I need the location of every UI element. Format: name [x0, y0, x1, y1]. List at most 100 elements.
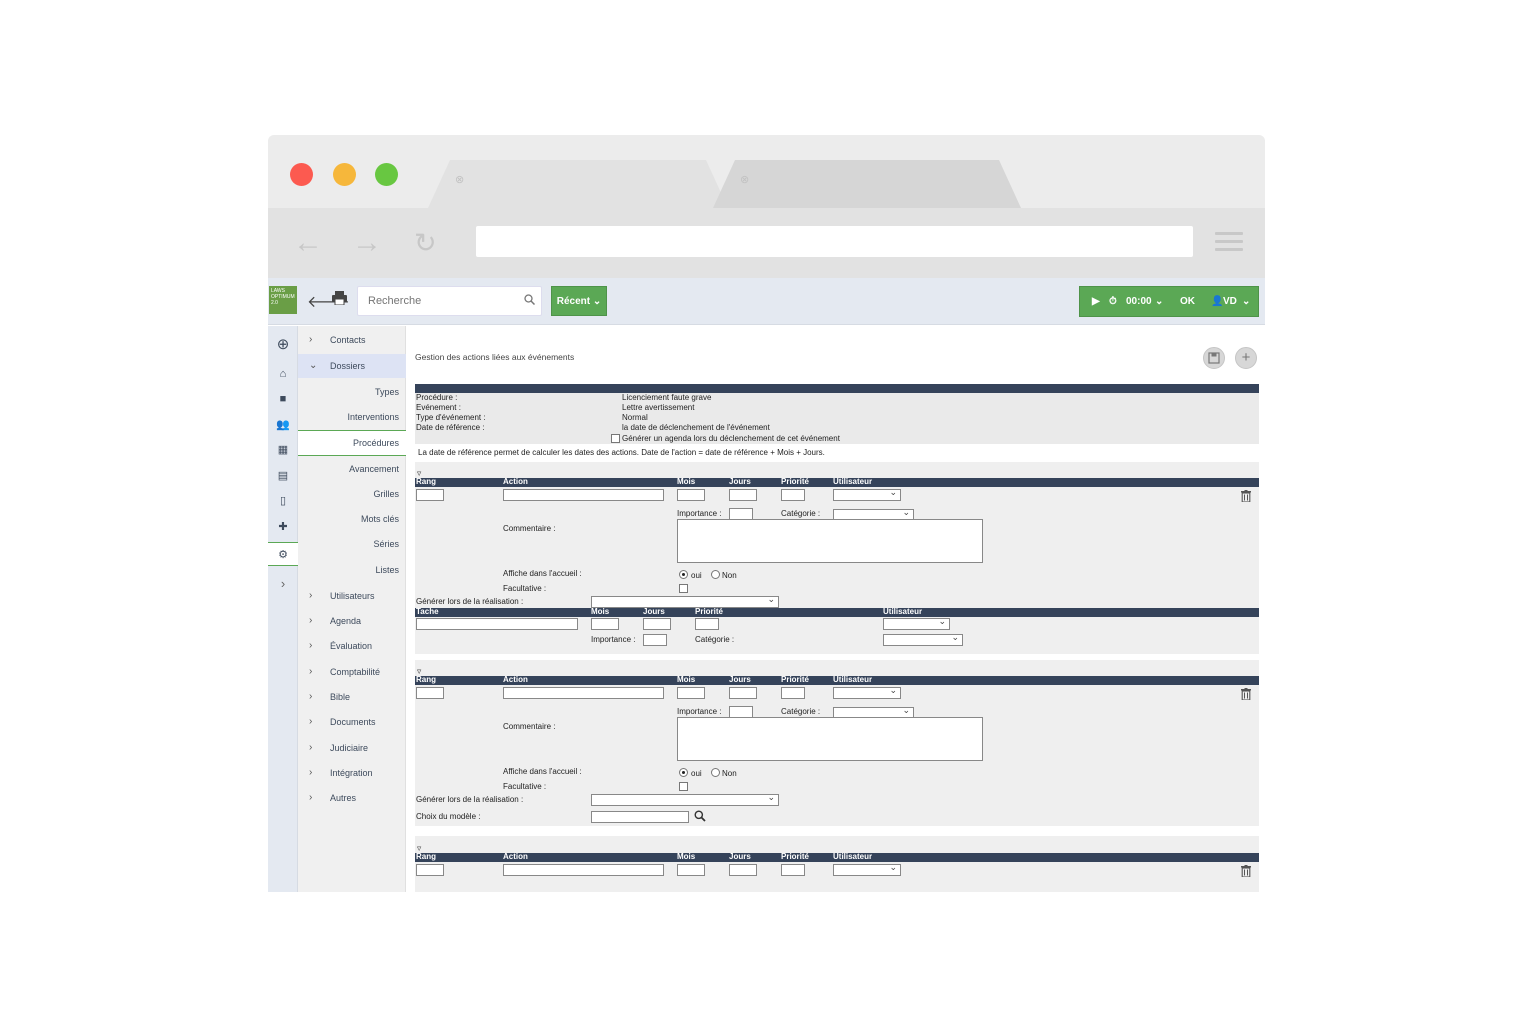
browser-tab-1[interactable]: ⊗ [428, 160, 728, 208]
rang-input[interactable] [416, 489, 444, 501]
task-categorie-select[interactable] [883, 632, 963, 646]
facultative-checkbox[interactable] [679, 584, 688, 593]
timer-value[interactable]: 00:00 [1126, 296, 1152, 307]
search-icon[interactable] [524, 294, 535, 305]
calendar-icon[interactable]: ▦ [268, 443, 298, 456]
jours-input[interactable] [729, 687, 757, 699]
task-jours-input[interactable] [643, 618, 671, 630]
affiche-non-radio[interactable] [711, 570, 720, 579]
nav-item-procedures[interactable]: Procédures [298, 430, 406, 456]
nav-item-dossiers[interactable]: ⌄ Dossiers [298, 354, 406, 378]
facultative-checkbox[interactable] [679, 782, 688, 791]
nav-item-bible[interactable]: › Bible [298, 685, 406, 709]
agenda-checkbox[interactable] [611, 434, 620, 443]
user-icon[interactable]: 👤 [1211, 296, 1223, 307]
minimize-window-button[interactable] [333, 163, 356, 186]
nav-item-grilles[interactable]: Grilles [298, 482, 406, 506]
tab-close-icon[interactable]: ⊗ [455, 173, 464, 186]
nav-item-utilisateurs[interactable]: › Utilisateurs [298, 584, 406, 608]
priorite-input[interactable] [781, 687, 805, 699]
nav-item-mots-cles[interactable]: Mots clés [298, 507, 406, 531]
billing-icon[interactable]: ▤ [268, 469, 298, 482]
chevron-down-icon[interactable]: ⌄ [1242, 296, 1250, 307]
add-circle-icon[interactable]: ⊕ [268, 335, 298, 353]
affiche-label: Affiche dans l'accueil : [503, 569, 582, 578]
chevron-down-icon[interactable]: ⌄ [1155, 296, 1163, 307]
nav-item-integration[interactable]: › Intégration [298, 761, 406, 785]
nav-item-interventions[interactable]: Interventions [298, 405, 406, 429]
back-arrow-icon[interactable]: ← [293, 228, 323, 258]
play-icon[interactable]: ▶ [1092, 296, 1100, 307]
close-window-button[interactable] [290, 163, 313, 186]
expand-chevron-icon[interactable]: › [268, 576, 298, 591]
task-mois-input[interactable] [591, 618, 619, 630]
puzzle-icon[interactable]: ✚ [268, 520, 298, 533]
jours-input[interactable] [729, 489, 757, 501]
tache-input[interactable] [416, 618, 578, 630]
document-icon[interactable]: ▯ [268, 494, 298, 507]
affiche-oui-radio[interactable] [679, 570, 688, 579]
trash-icon[interactable] [1241, 688, 1251, 700]
priorite-input[interactable] [781, 489, 805, 501]
generer-select[interactable] [591, 792, 779, 806]
action-input[interactable] [503, 687, 664, 699]
menu-icon[interactable] [1215, 232, 1243, 252]
nav-item-documents[interactable]: › Documents [298, 710, 406, 734]
utilisateur-select[interactable] [833, 862, 901, 876]
mois-input[interactable] [677, 489, 705, 501]
nav-item-comptabilite[interactable]: › Comptabilité [298, 660, 406, 684]
magnifier-icon[interactable] [694, 810, 706, 822]
settings-gear-icon[interactable]: ⚙ [268, 542, 298, 566]
save-button[interactable] [1203, 347, 1225, 369]
app-topbar: LAWS OPTIMUM 2.0 🡐 Récent ⌄ ▶ ⏱ 00:00 ⌄ … [268, 278, 1265, 325]
affiche-non-radio[interactable] [711, 768, 720, 777]
utilisateur-select[interactable] [833, 685, 901, 699]
forward-arrow-icon[interactable]: → [352, 228, 382, 258]
utilisateur-select[interactable] [833, 487, 901, 501]
print-icon[interactable] [332, 291, 347, 310]
folder-icon[interactable]: ■ [268, 393, 298, 405]
affiche-oui-radio[interactable] [679, 768, 688, 777]
nav-item-judiciaire[interactable]: › Judiciaire [298, 736, 406, 760]
address-bar[interactable] [476, 226, 1193, 257]
rang-input[interactable] [416, 687, 444, 699]
ok-button[interactable]: OK [1180, 296, 1195, 307]
maximize-window-button[interactable] [375, 163, 398, 186]
jours-input[interactable] [729, 864, 757, 876]
date-reference-value: la date de déclenchement de l'événement [622, 423, 770, 432]
task-importance-input[interactable] [643, 634, 667, 646]
users-icon[interactable]: 👥 [268, 418, 298, 431]
nav-item-agenda[interactable]: › Agenda [298, 609, 406, 633]
nav-item-series[interactable]: Séries [298, 532, 406, 556]
user-initials[interactable]: VD [1223, 296, 1237, 307]
nav-item-contacts[interactable]: › Contacts [298, 328, 406, 352]
mois-input[interactable] [677, 864, 705, 876]
nav-item-types[interactable]: Types [298, 380, 406, 404]
recent-dropdown-button[interactable]: Récent ⌄ [551, 286, 607, 316]
commentaire-textarea[interactable] [677, 717, 983, 761]
trash-icon[interactable] [1241, 490, 1251, 502]
nav-item-autres[interactable]: › Autres [298, 786, 406, 810]
commentaire-textarea[interactable] [677, 519, 983, 563]
task-utilisateur-select[interactable] [883, 616, 950, 630]
browser-tab-2[interactable]: ⊗ [713, 160, 1021, 208]
action-input[interactable] [503, 489, 664, 501]
search-input[interactable] [358, 287, 508, 315]
priorite-input[interactable] [781, 864, 805, 876]
nav-item-avancement[interactable]: Avancement [298, 457, 406, 481]
trash-icon[interactable] [1241, 865, 1251, 877]
nav-item-evaluation[interactable]: › Évaluation [298, 634, 406, 658]
home-icon[interactable]: ⌂ [268, 368, 298, 380]
modele-input[interactable] [591, 811, 689, 823]
timer-icon[interactable]: ⏱ [1109, 296, 1117, 307]
reload-icon[interactable]: ↻ [414, 228, 437, 258]
add-button[interactable]: + [1235, 347, 1257, 369]
generer-select[interactable] [591, 594, 779, 608]
tab-close-icon[interactable]: ⊗ [740, 173, 749, 186]
action-input[interactable] [503, 864, 664, 876]
search-box[interactable] [357, 286, 542, 316]
nav-item-listes[interactable]: Listes [298, 558, 406, 582]
rang-input[interactable] [416, 864, 444, 876]
mois-input[interactable] [677, 687, 705, 699]
task-priorite-input[interactable] [695, 618, 719, 630]
